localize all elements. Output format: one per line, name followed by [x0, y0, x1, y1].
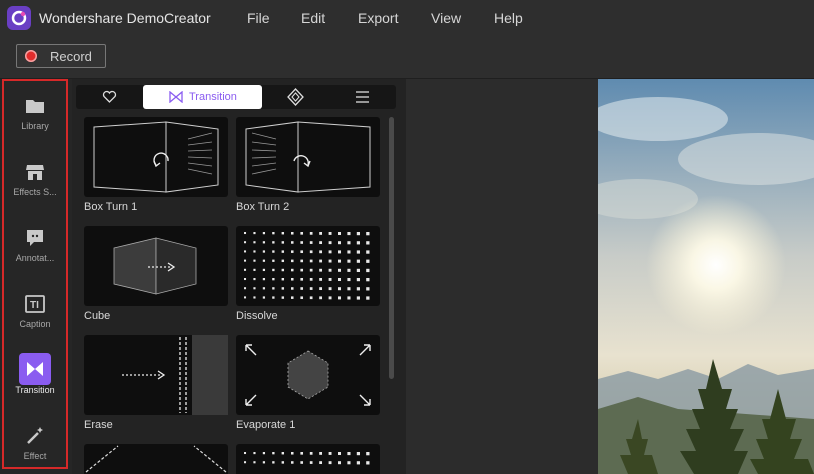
menu-icon [356, 91, 369, 103]
tab-menu[interactable] [329, 85, 396, 109]
app-title: Wondershare DemoCreator [39, 10, 211, 26]
record-icon [25, 50, 37, 62]
preview-background [406, 79, 598, 474]
transition-card-dissolve[interactable] [236, 226, 380, 306]
sidebar-item-label: Transition [15, 385, 55, 395]
sidebar-item-label: Caption [19, 319, 51, 329]
menu-edit[interactable]: Edit [301, 10, 325, 26]
erase-thumb-icon [122, 335, 228, 415]
transition-card-evaporate-1[interactable] [236, 335, 380, 415]
transition-label: Erase [84, 419, 113, 431]
menu-file[interactable]: File [247, 10, 270, 26]
dissolve-thumb-icon [244, 232, 370, 300]
box-turn-2-thumb-icon [245, 121, 371, 193]
store-icon [26, 165, 44, 180]
video-preview [598, 79, 814, 474]
transition-icon [169, 91, 183, 103]
transition-label: Box Turn 1 [84, 201, 138, 213]
transition-card-erase[interactable] [84, 335, 228, 415]
transition-panel: Transition Box Turn 1 Box Turn 2 Cube Di… [72, 79, 406, 474]
sidebar: Library Effects S... Annotat... TI Capti… [0, 79, 72, 474]
record-label: Record [50, 49, 92, 64]
magic-wand-icon [27, 427, 43, 444]
transition-card-cube[interactable] [84, 226, 228, 306]
folder-icon [26, 100, 44, 113]
partial-thumb-icon [244, 452, 370, 465]
sidebar-item-label: Annotat... [15, 253, 55, 263]
record-button[interactable]: Record [16, 44, 106, 68]
toolbar: Record [0, 36, 814, 79]
sidebar-item-library[interactable]: Library [4, 83, 66, 143]
sidebar-item-label: Effect [23, 451, 47, 461]
diamond-icon [287, 88, 304, 106]
svg-text:TI: TI [30, 300, 39, 311]
heart-icon [102, 90, 117, 103]
panel-tabs: Transition [76, 85, 396, 109]
panel-scrollbar[interactable] [389, 117, 394, 379]
menu-view[interactable]: View [431, 10, 461, 26]
sidebar-item-effects-store[interactable]: Effects S... [4, 149, 66, 209]
sidebar-item-label: Library [21, 121, 49, 131]
transition-label: Dissolve [236, 310, 278, 322]
sidebar-item-transition[interactable]: Transition [4, 347, 66, 407]
transition-label: Box Turn 2 [236, 201, 290, 213]
speech-bubble-icon [27, 230, 43, 246]
tab-elements[interactable] [262, 85, 329, 109]
tab-favorites[interactable] [76, 85, 143, 109]
transition-card-partial[interactable] [84, 444, 228, 474]
transition-icon [19, 353, 51, 385]
transition-card-box-turn-2[interactable] [236, 117, 380, 197]
sidebar-item-label: Effects S... [13, 187, 57, 197]
text-caption-icon: TI [25, 295, 45, 313]
sidebar-item-caption[interactable]: TI Caption [4, 281, 66, 341]
democreator-logo-icon [7, 6, 31, 30]
partial-thumb-icon [85, 445, 227, 473]
menu-help[interactable]: Help [494, 10, 523, 26]
tab-transition[interactable]: Transition [143, 85, 262, 109]
cube-thumb-icon [113, 237, 197, 295]
transition-card-partial[interactable] [236, 444, 380, 474]
sidebar-item-effect[interactable]: Effect [4, 413, 66, 473]
tab-label: Transition [189, 91, 237, 103]
transition-card-box-turn-1[interactable] [84, 117, 228, 197]
evaporate-thumb-icon [245, 344, 371, 406]
box-turn-1-thumb-icon [93, 121, 219, 193]
menu-export[interactable]: Export [358, 10, 398, 26]
transition-label: Evaporate 1 [236, 419, 296, 431]
title-bar: Wondershare DemoCreator File Edit Export… [0, 0, 814, 36]
transition-label: Cube [84, 310, 111, 322]
sidebar-item-annotation[interactable]: Annotat... [4, 215, 66, 275]
landscape-preview-image [598, 79, 814, 474]
